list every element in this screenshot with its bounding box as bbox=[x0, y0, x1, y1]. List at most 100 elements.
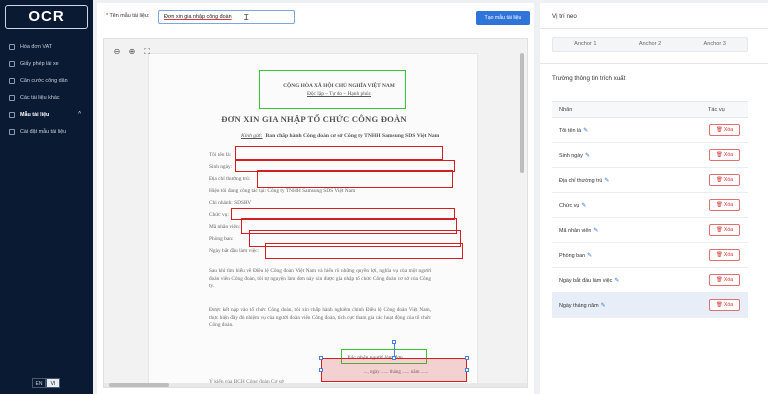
trash-icon: 🗑 bbox=[715, 277, 723, 283]
trash-icon: 🗑 bbox=[715, 302, 723, 308]
field-box-name[interactable] bbox=[235, 146, 443, 160]
text-cursor-icon: Ɪ bbox=[244, 13, 249, 22]
language-switch[interactable]: EN VI bbox=[32, 378, 60, 388]
field-label: Tôi tên là bbox=[559, 128, 582, 134]
sidebar-item-vat-invoice[interactable]: Hóa đơn VAT bbox=[0, 38, 93, 55]
sidebar-item-other-docs[interactable]: Các tài liệu khác bbox=[0, 89, 93, 106]
edit-icon[interactable]: ✎ bbox=[587, 253, 592, 259]
edit-icon[interactable]: ✎ bbox=[614, 278, 619, 284]
field-label: Mã nhân viên bbox=[559, 228, 592, 234]
field-label: Chức vụ bbox=[559, 203, 580, 209]
tab-anchor-3[interactable]: Anchor 3 bbox=[682, 38, 747, 51]
gear-icon bbox=[9, 128, 15, 135]
trash-icon: 🗑 bbox=[715, 177, 723, 183]
document-field-address: Địa chỉ thường trú: bbox=[209, 176, 251, 182]
column-label-header: Nhãn bbox=[559, 107, 573, 113]
field-label: Ngày tháng năm bbox=[559, 303, 599, 309]
template-name-label: * Tên mẫu tài liệu: bbox=[106, 13, 150, 19]
create-template-button[interactable]: Tạo mẫu tài liệu bbox=[476, 11, 530, 25]
anchor-section-title: Vị trí neo bbox=[552, 13, 577, 20]
trash-icon: 🗑 bbox=[715, 152, 723, 158]
lang-vi[interactable]: VI bbox=[46, 378, 60, 388]
field-label: Sinh ngày bbox=[559, 153, 583, 159]
edit-icon[interactable]: ✎ bbox=[583, 128, 588, 134]
sidebar-item-label: Hóa đơn VAT bbox=[20, 43, 53, 50]
table-row-selected[interactable]: Ngày tháng năm ✎ 🗑 Xóa bbox=[552, 293, 748, 318]
resize-handle[interactable] bbox=[465, 368, 469, 372]
table-row[interactable]: Chức vụ ✎ 🗑 Xóa bbox=[552, 193, 748, 218]
field-box-start-date[interactable] bbox=[265, 243, 463, 259]
chevron-up-icon: ^ bbox=[78, 111, 81, 117]
edit-icon[interactable]: ✎ bbox=[585, 153, 590, 159]
field-label: Phòng ban bbox=[559, 253, 586, 259]
resize-handle[interactable] bbox=[392, 356, 396, 360]
sidebar-nav: Hóa đơn VAT Giấy phép lái xe Căn cước cô… bbox=[0, 38, 93, 140]
table-row[interactable]: Phòng ban ✎ 🗑 Xóa bbox=[552, 243, 748, 268]
zoom-in-icon[interactable]: ⊕ bbox=[127, 47, 137, 57]
table-row[interactable]: Mã nhân viên ✎ 🗑 Xóa bbox=[552, 218, 748, 243]
sidebar-item-label: Cài đặt mẫu tài liệu bbox=[20, 128, 67, 135]
trash-icon: 🗑 bbox=[715, 227, 723, 233]
table-row[interactable]: Ngày bắt đầu làm việc ✎ 🗑 Xóa bbox=[552, 268, 748, 293]
fields-table-header: Nhãn Tác vụ bbox=[552, 101, 748, 118]
app-logo: OCR bbox=[5, 5, 88, 29]
table-row[interactable]: Sinh ngày ✎ 🗑 Xóa bbox=[552, 143, 748, 168]
config-panel: Vị trí neo Anchor 1 Anchor 2 Anchor 3 Tr… bbox=[540, 3, 768, 394]
document-field-start-date: Ngày bắt đầu làm việc: bbox=[209, 248, 259, 254]
sidebar-item-citizen-id[interactable]: Căn cước công dân bbox=[0, 72, 93, 89]
delete-button[interactable]: 🗑 Xóa bbox=[709, 274, 740, 286]
trash-icon: 🗑 bbox=[715, 127, 723, 133]
document-title: ĐƠN XIN GIA NHẬP TỔ CHỨC CÔNG ĐOÀN bbox=[221, 114, 407, 124]
zoom-out-icon[interactable]: ⊖ bbox=[112, 47, 122, 57]
field-box-address[interactable] bbox=[257, 170, 453, 188]
trash-icon: 🗑 bbox=[715, 252, 723, 258]
resize-handle[interactable] bbox=[319, 356, 323, 360]
document-field-position: Chức vụ: bbox=[209, 212, 229, 218]
document-field-department: Phòng ban: bbox=[209, 236, 234, 242]
sidebar: OCR Hóa đơn VAT Giấy phép lái xe Căn cướ… bbox=[0, 0, 93, 394]
edit-icon[interactable]: ✎ bbox=[593, 228, 598, 234]
trash-icon: 🗑 bbox=[715, 202, 723, 208]
editor-toolbar: * Tên mẫu tài liệu: Đơn xin gia nhập côn… bbox=[97, 3, 534, 29]
delete-button[interactable]: 🗑 Xóa bbox=[709, 299, 740, 311]
document-viewer[interactable]: ⊖ ⊕ ⛶ CỘNG HÒA XÃ HỘI CHỦ NGHĨA VIỆT NAM… bbox=[103, 38, 528, 388]
resize-handle[interactable] bbox=[465, 356, 469, 360]
field-box-date-selected[interactable] bbox=[321, 358, 467, 382]
sidebar-item-template-settings[interactable]: Cài đặt mẫu tài liệu bbox=[0, 123, 93, 140]
fit-screen-icon[interactable]: ⛶ bbox=[142, 47, 152, 57]
document-icon bbox=[9, 43, 15, 50]
tab-anchor-1[interactable]: Anchor 1 bbox=[553, 38, 618, 51]
rotate-handle[interactable] bbox=[392, 340, 396, 344]
delete-button[interactable]: 🗑 Xóa bbox=[709, 149, 740, 161]
sidebar-group-templates[interactable]: Mẫu tài liệu ^ bbox=[0, 106, 93, 123]
scroll-thumb[interactable] bbox=[109, 383, 169, 387]
edit-icon[interactable]: ✎ bbox=[581, 203, 586, 209]
delete-button[interactable]: 🗑 Xóa bbox=[709, 199, 740, 211]
delete-button[interactable]: 🗑 Xóa bbox=[709, 124, 740, 136]
template-name-input[interactable]: Đơn xin gia nhập công đoàn bbox=[158, 10, 295, 24]
document-recipient: Kính gửi: Ban chấp hành Công đoàn cơ sở C… bbox=[241, 133, 440, 139]
delete-button[interactable]: 🗑 Xóa bbox=[709, 249, 740, 261]
table-row[interactable]: Tôi tên là ✎ 🗑 Xóa bbox=[552, 118, 748, 143]
column-action-header: Tác vụ bbox=[708, 107, 725, 113]
document-field-employee-id: Mã nhân viên: bbox=[209, 224, 241, 230]
vertical-scrollbar[interactable] bbox=[520, 53, 524, 173]
fields-section-title: Trường thông tin trích xuất bbox=[552, 75, 626, 82]
sidebar-item-driver-license[interactable]: Giấy phép lái xe bbox=[0, 55, 93, 72]
lang-en[interactable]: EN bbox=[32, 378, 46, 388]
edit-icon[interactable]: ✎ bbox=[601, 303, 606, 309]
anchor-box-header[interactable] bbox=[259, 70, 406, 109]
template-editor: * Tên mẫu tài liệu: Đơn xin gia nhập côn… bbox=[97, 3, 534, 394]
resize-handle[interactable] bbox=[319, 368, 323, 372]
tab-anchor-2[interactable]: Anchor 2 bbox=[618, 38, 683, 51]
delete-button[interactable]: 🗑 Xóa bbox=[709, 224, 740, 236]
delete-button[interactable]: 🗑 Xóa bbox=[709, 174, 740, 186]
edit-icon[interactable]: ✎ bbox=[604, 178, 609, 184]
horizontal-scrollbar[interactable] bbox=[104, 383, 527, 387]
license-icon bbox=[9, 60, 15, 67]
field-label: Địa chỉ thường trú bbox=[559, 178, 603, 184]
document-field-branch: Chi nhánh: SDSRV bbox=[209, 200, 252, 206]
table-row[interactable]: Địa chỉ thường trú ✎ 🗑 Xóa bbox=[552, 168, 748, 193]
viewer-tools: ⊖ ⊕ ⛶ bbox=[112, 47, 152, 57]
document-field-dob: Sinh ngày: bbox=[209, 164, 233, 170]
